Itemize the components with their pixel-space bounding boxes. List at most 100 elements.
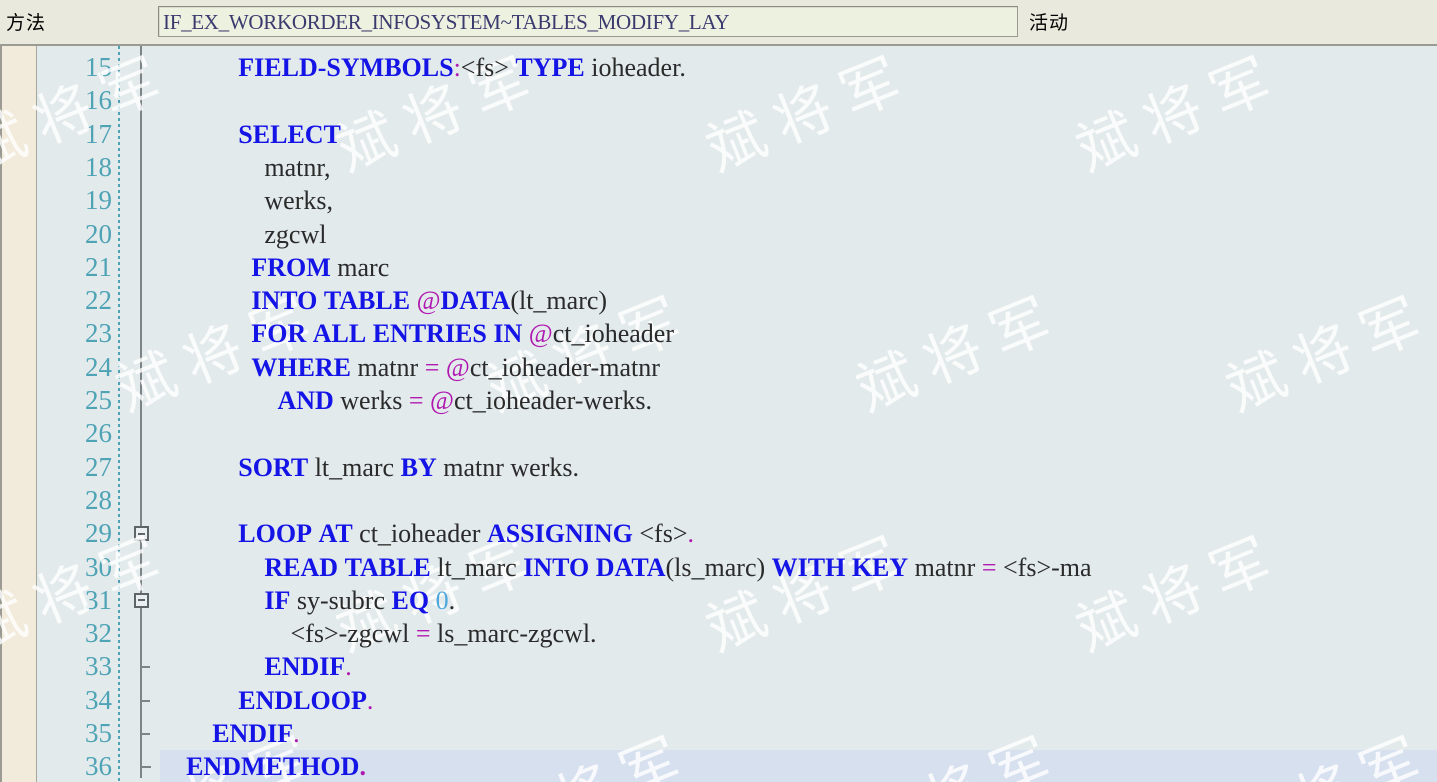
code-token: matnr werks. <box>443 452 579 482</box>
code-token: zgcwl <box>264 219 327 249</box>
line-number: 22 <box>85 285 112 316</box>
code-line[interactable]: LOOP AT ct_ioheader ASSIGNING <fs>. <box>238 517 694 550</box>
fold-collapse-icon[interactable] <box>134 526 149 542</box>
line-number: 32 <box>85 618 112 649</box>
code-token: @ <box>416 286 441 316</box>
code-token: DATA <box>595 552 666 582</box>
code-token: @ <box>430 386 454 415</box>
code-editor[interactable]: 15 16 17 18 19 20 21 22 23 24 25 26 27 28 29 30 31 32 33 34… <box>0 44 1437 782</box>
line-number: 35 <box>85 718 112 748</box>
code-token: TABLE <box>323 286 411 316</box>
code-line[interactable]: ENDIF. <box>212 717 299 750</box>
code-token: <fs>-zgcwl <box>290 619 410 649</box>
code-token: WHERE <box>251 352 352 382</box>
line-number: 26 <box>85 418 112 449</box>
code-line[interactable]: FROM marc <box>251 251 389 284</box>
code-line[interactable]: ENDMETHOD. <box>186 750 366 782</box>
code-line[interactable]: READ TABLE lt_marc INTO DATA(ls_marc) WI… <box>264 551 1091 584</box>
line-number: 29 <box>85 518 112 549</box>
code-line[interactable]: WHERE matnr = @ct_ioheader-matnr <box>251 351 660 384</box>
code-token: marc <box>337 252 390 282</box>
code-token: FOR <box>251 319 307 349</box>
method-label: 方法 <box>6 12 47 34</box>
code-token: KEY <box>851 552 909 582</box>
code-token: SELECT <box>238 119 341 149</box>
code-token: . <box>679 53 686 82</box>
code-line[interactable]: IF sy-subrc EQ 0. <box>264 584 455 617</box>
fold-collapse-icon[interactable] <box>134 592 149 608</box>
code-line[interactable]: FOR ALL ENTRIES IN @ct_ioheader <box>251 317 674 350</box>
line-number: 27 <box>85 451 112 482</box>
line-number: 18 <box>85 151 112 182</box>
code-token: = <box>981 552 997 582</box>
code-fold-gutter[interactable] <box>120 46 160 782</box>
code-token: . <box>366 685 374 715</box>
code-token: BY <box>400 452 437 482</box>
code-token: . <box>345 652 352 682</box>
line-number: 31 <box>85 584 112 615</box>
code-line[interactable]: AND werks = @ct_ioheader-werks. <box>277 384 652 417</box>
code-token: TYPE <box>515 53 585 82</box>
code-line[interactable]: FIELD-SYMBOLS:<fs> TYPE ioheader. <box>238 51 686 84</box>
code-token: ENDLOOP <box>238 685 367 715</box>
code-token: EQ <box>391 585 430 615</box>
code-token: = <box>415 619 431 649</box>
code-token: READ <box>264 552 339 582</box>
fold-branch-tick <box>141 699 150 702</box>
line-number: 15 <box>85 52 112 82</box>
line-number: 24 <box>85 351 112 382</box>
code-token: FROM <box>251 252 331 282</box>
line-number: 25 <box>85 385 112 415</box>
editor-toolbar: 方法 IF_EX_WORKORDER_INFOSYSTEM~TABLES_MOD… <box>0 0 1437 44</box>
code-token: matnr <box>357 352 419 382</box>
code-line[interactable]: matnr, <box>264 151 330 184</box>
line-number: 30 <box>85 551 112 582</box>
line-number: 20 <box>85 218 112 249</box>
code-token: (ls_marc) <box>665 552 766 582</box>
code-line[interactable]: zgcwl <box>264 218 326 251</box>
line-number: 21 <box>85 251 112 282</box>
code-line[interactable]: <fs>-zgcwl = ls_marc-zgcwl. <box>291 617 597 650</box>
code-token: AT <box>318 519 353 549</box>
code-token: <fs> <box>460 53 509 82</box>
code-token: = <box>424 352 440 382</box>
line-number-gutter: 15 16 17 18 19 20 21 22 23 24 25 26 27 28 29 30 31 32 33 34… <box>38 46 120 782</box>
code-token: IN <box>493 319 523 349</box>
code-token: FIELD-SYMBOLS <box>238 53 454 82</box>
status-badge: 活动 <box>1029 12 1070 34</box>
fold-branch-tick <box>141 733 150 735</box>
code-token: 0 <box>435 585 449 615</box>
fold-branch-tick <box>141 666 150 669</box>
code-token: LOOP <box>238 519 312 549</box>
code-line[interactable]: ENDIF. <box>264 650 351 683</box>
fold-end-corner <box>140 766 151 769</box>
code-token: <fs> <box>639 519 688 549</box>
code-text-area[interactable]: FIELD-SYMBOLS:<fs> TYPE ioheader. SELECT m… <box>160 46 1437 782</box>
code-line[interactable]: SORT lt_marc BY matnr werks. <box>238 451 579 484</box>
code-line[interactable]: INTO TABLE @DATA(lt_marc) <box>251 284 607 317</box>
code-line[interactable]: ENDLOOP. <box>238 684 373 717</box>
fold-spine <box>140 46 142 779</box>
code-token: : <box>453 53 461 82</box>
code-token: WITH <box>771 552 846 582</box>
breakpoint-margin[interactable] <box>0 46 37 782</box>
code-token: @ <box>528 319 553 349</box>
code-token: DATA <box>440 286 511 316</box>
code-token: lt_marc <box>314 452 395 482</box>
code-line[interactable]: werks, <box>264 184 333 217</box>
code-token: ls_marc-zgcwl. <box>437 619 597 649</box>
code-token: AND <box>277 386 334 415</box>
code-token: . <box>448 585 456 615</box>
code-token: <fs>-ma <box>1003 552 1092 582</box>
code-line[interactable]: SELECT <box>238 118 341 151</box>
code-token: sy-subrc <box>296 585 385 615</box>
code-token: (lt_marc) <box>510 286 608 316</box>
code-token: lt_marc <box>437 552 517 582</box>
method-name-input[interactable]: IF_EX_WORKORDER_INFOSYSTEM~TABLES_MODIFY… <box>158 6 1018 37</box>
code-token: ENDIF <box>212 719 294 748</box>
code-token: matnr <box>914 552 976 582</box>
code-token: ASSIGNING <box>486 519 633 549</box>
code-token: SORT <box>238 452 309 482</box>
code-token: ct_ioheader-matnr <box>469 352 660 382</box>
method-name-value: IF_EX_WORKORDER_INFOSYSTEM~TABLES_MODIFY… <box>163 10 730 34</box>
